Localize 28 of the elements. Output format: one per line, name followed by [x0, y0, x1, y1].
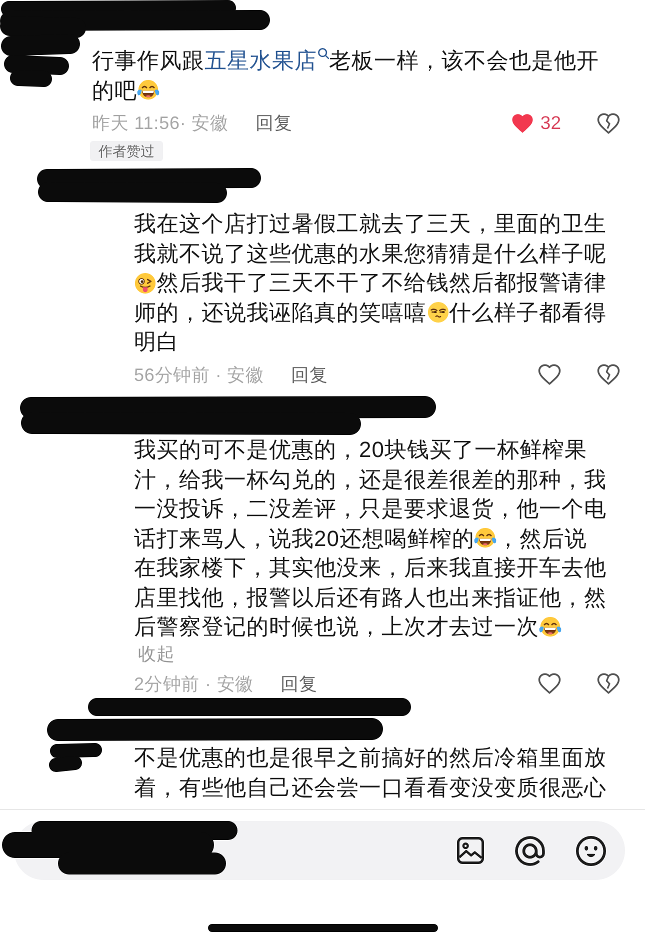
reply-link[interactable]: 回复 — [291, 362, 328, 388]
laughing-crying-emoji-icon — [137, 79, 160, 102]
laughing-crying-emoji-icon — [474, 527, 497, 550]
winking-tongue-emoji-icon — [134, 272, 156, 294]
comment-text: 不是优惠的也是很早之前搞好的然后冷箱里面放着，有些他自己还会尝一口看看变没变质很恶心 — [134, 744, 608, 802]
comment-text: 我买的可不是优惠的，20块钱买了一杯鲜榨果汁，给我一杯勾兑的，还是很差很差的那种，我一没投诉，二没差评，只是要求退货，他一个电话打来骂人，说我20还想喝鲜榨的 ，然后说在我家楼下，其实他没来，后来我直接开车去他店里找他，报警以后还有路人也出来指证他，然后警察登记的时候也说，上次才去过一次 — [134, 436, 608, 641]
author-liked-tag: 作者赞过 — [90, 141, 163, 161]
like-count: 32 — [540, 111, 561, 135]
laughing-crying-emoji-icon — [539, 616, 562, 638]
at-sign-icon[interactable] — [515, 836, 545, 866]
comment-time: 昨天 11:56· 安徽 — [92, 112, 229, 135]
broken-heart-icon[interactable] — [597, 673, 620, 694]
heart-icon[interactable] — [538, 364, 561, 385]
reply-link[interactable]: 回复 — [256, 110, 293, 136]
comment-text: 行事作风跟五星水果店 老板一样，该不会也是他开的吧 — [92, 47, 600, 104]
comment-text: 我在这个店打过暑假工就去了三天，里面的卫生我就不说了这些优惠的水果您猜猜是什么样子呢 然后我干了三天不干了不给钱然后都报警请律师的，还说我诬陷真的笑嘻嘻 什么样子都看得明白 — [134, 210, 608, 356]
smiley-icon[interactable] — [576, 836, 606, 866]
comment-time: 2分钟前 · 安徽 — [134, 672, 254, 696]
broken-heart-icon[interactable] — [597, 112, 620, 134]
image-icon[interactable] — [457, 837, 484, 864]
reply-link[interactable]: 回复 — [280, 670, 318, 696]
keyword-link[interactable]: 五星水果店 — [204, 48, 329, 73]
side-eye-emoji-icon — [426, 301, 449, 324]
broken-heart-icon[interactable] — [597, 364, 620, 385]
comment-time: 56分钟前 · 安徽 — [134, 364, 264, 386]
heart-icon[interactable] — [538, 673, 561, 694]
search-icon[interactable] — [318, 48, 329, 59]
heart-icon[interactable] — [511, 112, 534, 134]
